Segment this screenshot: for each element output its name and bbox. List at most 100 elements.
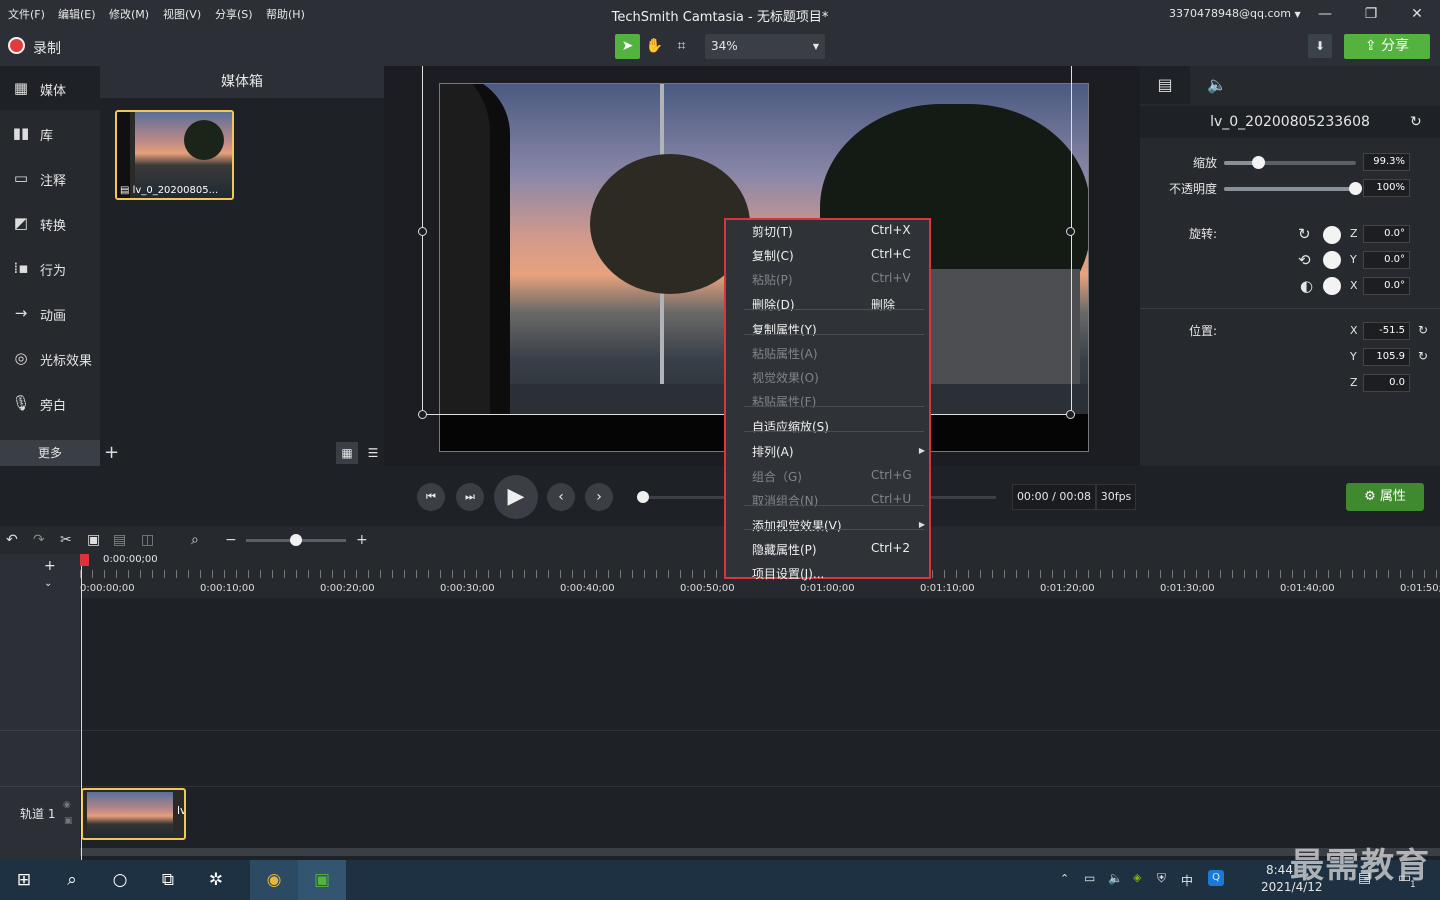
crop-tool-button[interactable]: ⌗ <box>669 34 694 59</box>
more-button[interactable]: 更多 <box>0 440 100 466</box>
scale-slider[interactable] <box>1224 156 1356 169</box>
track-divider <box>80 730 1440 731</box>
lock-icon[interactable]: ▣ <box>64 816 73 826</box>
pan-tool-button[interactable]: ✋ <box>642 34 667 59</box>
search-icon[interactable]: ⌕ <box>191 532 199 548</box>
playhead[interactable]: 0:00:00;00 <box>80 554 158 860</box>
context-menu-item[interactable]: 剪切(T) Ctrl+X <box>726 221 929 243</box>
nav-voice-narration[interactable]: 🎙 旁白 <box>0 381 100 425</box>
tray-chevron-icon[interactable]: ⌃ <box>1060 872 1069 885</box>
account-menu[interactable]: 3370478948@qq.com ▼ <box>1169 7 1301 20</box>
nav-behaviors[interactable]: ⁞▪ 行为 <box>0 246 100 290</box>
scale-input[interactable]: 99.3% <box>1363 153 1410 171</box>
reset-icon[interactable]: ↻ <box>1418 323 1428 337</box>
network-icon[interactable]: ▭ <box>1084 871 1095 885</box>
cortana-button[interactable]: ○ <box>96 860 144 900</box>
context-menu-item[interactable]: 项目设置(J)... <box>726 563 929 585</box>
resize-handle[interactable] <box>418 227 427 236</box>
context-menu-item[interactable]: 隐藏属性(P) Ctrl+2 <box>726 539 929 561</box>
taskbar-app-camtasia[interactable]: ▣ <box>298 860 346 900</box>
scale-slider-knob[interactable] <box>1252 156 1266 169</box>
rotation-x-input[interactable]: 0.0° <box>1363 277 1410 295</box>
play-button[interactable]: ▶ <box>494 475 538 519</box>
clock-time[interactable]: 8:44 <box>1266 863 1293 877</box>
opacity-input[interactable]: 100% <box>1363 179 1410 197</box>
rotation-z-input[interactable]: 0.0° <box>1363 225 1410 243</box>
context-menu-item[interactable]: 排列(A) ▶ <box>726 441 929 463</box>
download-button[interactable]: ⬇ <box>1308 34 1332 58</box>
collapse-tracks-button[interactable]: ⌄ <box>44 578 52 589</box>
timeline-clip[interactable]: lv <box>81 788 186 840</box>
opacity-slider-knob[interactable] <box>1349 182 1362 195</box>
nav-annotations[interactable]: ▭ 注释 <box>0 156 100 200</box>
properties-button[interactable]: ⚙ 属性 <box>1346 483 1424 511</box>
nav-animations[interactable]: → 动画 <box>0 291 100 335</box>
nav-media[interactable]: ▦ 媒体 <box>0 66 100 110</box>
qq-icon[interactable]: Q <box>1208 870 1224 886</box>
previous-marker-button[interactable]: ‹ <box>547 483 575 511</box>
zoom-out-button[interactable]: − <box>225 532 237 548</box>
context-menu-item[interactable]: 添加视觉效果(V) ▶ <box>726 515 929 537</box>
media-clip-thumbnail[interactable]: ▤ lv_0_20200805... <box>115 110 234 200</box>
resize-handle[interactable] <box>1066 227 1075 236</box>
timeline-zoom-knob[interactable] <box>290 534 302 546</box>
eye-icon[interactable]: ◉ <box>63 800 71 810</box>
timeline-tracks[interactable]: lv <box>80 598 1440 860</box>
tab-visual-properties[interactable]: ▤ <box>1140 66 1190 104</box>
add-track-button[interactable]: + <box>44 558 56 574</box>
ruler-tick-label: 0:00:40;00 <box>560 583 615 594</box>
restore-button[interactable]: ❐ <box>1348 0 1394 28</box>
scrub-knob[interactable] <box>637 491 649 503</box>
rotate-y-dial[interactable] <box>1323 251 1341 269</box>
select-tool-button[interactable]: ➤ <box>615 34 640 59</box>
nav-library[interactable]: ▮▮ 库 <box>0 111 100 155</box>
windows-icon: ⊞ <box>16 870 32 890</box>
zoom-dropdown[interactable]: 34% ▼ <box>705 34 825 59</box>
minimize-button[interactable]: — <box>1302 0 1348 28</box>
rotation-y-input[interactable]: 0.0° <box>1363 251 1410 269</box>
step-back-button[interactable]: ⏮ <box>417 483 445 511</box>
taskbar-app-chrome[interactable]: ◉ <box>250 860 298 900</box>
paste-button[interactable]: ▤ <box>113 532 126 548</box>
copy-button[interactable]: ▣ <box>87 532 100 548</box>
next-marker-button[interactable]: › <box>585 483 613 511</box>
position-z-input[interactable]: 0.0 <box>1363 374 1410 392</box>
add-media-button[interactable]: + <box>104 442 119 463</box>
search-button[interactable]: ⌕ <box>48 860 96 900</box>
resize-handle[interactable] <box>418 410 427 419</box>
undo-button[interactable]: ↶ <box>6 532 18 548</box>
nvidia-icon[interactable]: ◈ <box>1133 871 1141 884</box>
rotate-z-dial[interactable] <box>1323 226 1341 244</box>
reset-icon[interactable]: ↻ <box>1418 349 1428 363</box>
security-icon[interactable]: ⛨ <box>1157 871 1166 886</box>
redo-button[interactable]: ↷ <box>33 532 45 548</box>
start-button[interactable]: ⊞ <box>0 860 48 900</box>
zoom-in-button[interactable]: + <box>356 532 368 548</box>
nav-cursor-effects[interactable]: ◎ 光标效果 <box>0 336 100 380</box>
ime-indicator[interactable]: 中 <box>1181 872 1193 889</box>
context-menu-item[interactable]: 自适应缩放(S) <box>726 416 929 438</box>
context-menu-item[interactable]: 复制(C) Ctrl+C <box>726 245 929 267</box>
grid-view-button[interactable]: ▦ <box>336 442 358 464</box>
position-x-input[interactable]: -51.5 <box>1363 322 1410 340</box>
taskbar-app-pinwheel[interactable]: ✲ <box>192 860 240 900</box>
context-menu-item[interactable]: 复制属性(Y) <box>726 319 929 341</box>
close-button[interactable]: ✕ <box>1394 0 1440 28</box>
opacity-slider[interactable] <box>1224 182 1362 195</box>
list-view-button[interactable]: ☰ <box>362 442 384 464</box>
tab-audio-properties[interactable]: 🔈 <box>1192 66 1242 104</box>
share-button[interactable]: ⇪ 分享 <box>1344 34 1430 59</box>
position-y-input[interactable]: 105.9 <box>1363 348 1410 366</box>
reset-button[interactable]: ↻ <box>1410 114 1422 130</box>
context-menu-item[interactable]: 删除(D) 删除 <box>726 294 929 316</box>
split-button[interactable]: ◫ <box>141 532 154 548</box>
nav-transitions[interactable]: ◩ 转换 <box>0 201 100 245</box>
cut-button[interactable]: ✂ <box>60 532 72 548</box>
resize-handle[interactable] <box>1066 410 1075 419</box>
task-view-button[interactable]: ⧉ <box>144 860 192 900</box>
step-forward-button[interactable]: ⏭ <box>456 483 484 511</box>
record-button[interactable]: 录制 <box>0 28 80 66</box>
rotate-x-dial[interactable] <box>1323 277 1341 295</box>
timeline-scrollbar[interactable] <box>80 848 1440 856</box>
volume-icon[interactable]: 🔈 <box>1108 871 1123 885</box>
